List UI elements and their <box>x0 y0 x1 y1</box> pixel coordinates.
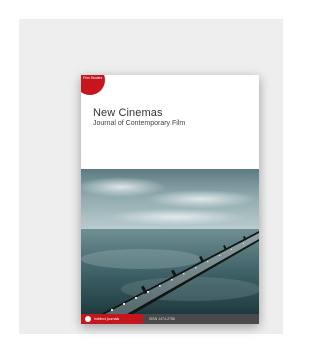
journal-title: New Cinemas <box>93 107 163 119</box>
cover-footer: intellect journals ISSN 1474-2756 <box>81 314 259 324</box>
badge-label: Film Studies <box>83 76 103 80</box>
publisher-logo-icon <box>85 316 91 322</box>
journal-subtitle: Journal of Contemporary Film <box>93 120 186 127</box>
publisher-name: intellect journals <box>94 317 120 321</box>
issn-label: ISSN 1474-2756 <box>149 317 175 321</box>
journal-cover[interactable]: Film Studies New Cinemas Journal of Cont… <box>81 75 259 324</box>
cover-panel: Film Studies New Cinemas Journal of Cont… <box>19 19 283 334</box>
publisher-bar: intellect journals <box>81 314 143 324</box>
cover-artwork <box>81 169 259 314</box>
subject-badge: Film Studies <box>81 75 105 95</box>
